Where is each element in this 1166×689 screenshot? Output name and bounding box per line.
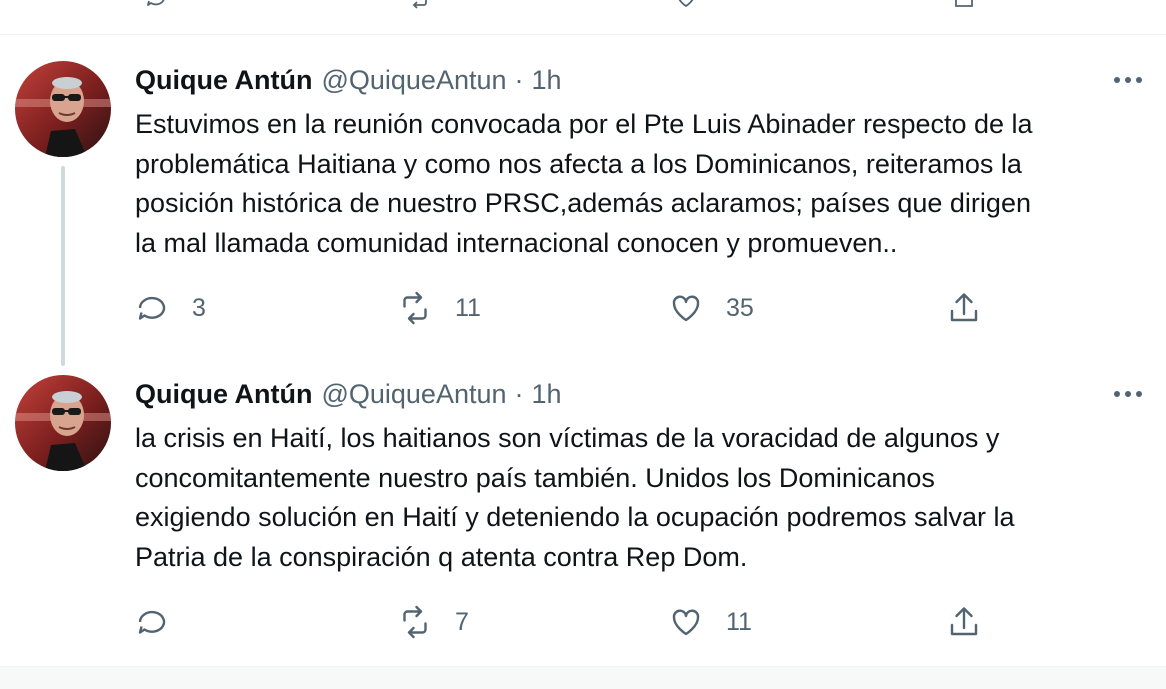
tweet-text: Estuvimos en la reunión convocada por el… bbox=[135, 105, 1145, 263]
retweet-icon bbox=[403, 291, 427, 325]
tweet-2[interactable]: Quique Antún @QuiqueAntun · 1h la crisis… bbox=[0, 360, 1166, 666]
author-handle[interactable]: @QuiqueAntun bbox=[321, 379, 506, 410]
text-line: Patria de la conspiración q atenta contr… bbox=[135, 541, 748, 572]
avatar[interactable] bbox=[15, 375, 111, 471]
retweet-button[interactable]: 7 bbox=[397, 604, 469, 640]
retweet-count: 7 bbox=[455, 607, 469, 636]
tweet-header: Quique Antún @QuiqueAntun · 1h bbox=[135, 64, 562, 96]
like-icon bbox=[672, 609, 700, 636]
reply-count: 3 bbox=[192, 293, 206, 322]
author-handle[interactable]: @QuiqueAntun bbox=[321, 65, 506, 96]
text-line: exigiendo solución en Haití y deteniendo… bbox=[135, 502, 1015, 532]
separator: · bbox=[514, 64, 524, 95]
more-icon[interactable] bbox=[1112, 75, 1144, 85]
share-button[interactable] bbox=[946, 604, 982, 640]
text-line: posición histórica de nuestro PRSC,ademá… bbox=[135, 188, 1031, 218]
share-icon bbox=[950, 293, 978, 322]
author-name[interactable]: Quique Antún bbox=[135, 65, 312, 96]
timestamp[interactable]: 1h bbox=[532, 379, 562, 410]
reply-icon bbox=[138, 296, 166, 320]
retweet-count: 11 bbox=[455, 293, 481, 322]
feed-divider bbox=[0, 666, 1166, 689]
like-count: 11 bbox=[726, 607, 752, 636]
tweet-1[interactable]: Quique Antún @QuiqueAntun · 1h Estuvimos… bbox=[0, 0, 1166, 360]
text-line: concomitantemente nuestro país también. … bbox=[135, 462, 935, 493]
retweet-icon bbox=[403, 605, 427, 639]
timestamp[interactable]: 1h bbox=[532, 65, 562, 96]
like-count: 35 bbox=[726, 293, 754, 322]
text-line: problemática Haitiana y como nos afecta … bbox=[135, 148, 1022, 179]
like-icon bbox=[672, 295, 700, 322]
reply-button[interactable]: 3 bbox=[134, 290, 206, 326]
tweet-text: la crisis en Haití, los haitianos son ví… bbox=[135, 419, 1145, 577]
reply-icon bbox=[138, 610, 166, 634]
text-line: la mal llamada comunidad internacional c… bbox=[135, 227, 898, 258]
like-button[interactable]: 35 bbox=[668, 290, 754, 326]
avatar[interactable] bbox=[15, 61, 111, 157]
like-button[interactable]: 11 bbox=[668, 604, 752, 640]
more-icon[interactable] bbox=[1112, 389, 1144, 399]
text-line: Estuvimos en la reunión convocada por el… bbox=[135, 109, 1033, 139]
text-line: la crisis en Haití, los haitianos son ví… bbox=[135, 423, 1000, 453]
tweet-header: Quique Antún @QuiqueAntun · 1h bbox=[135, 378, 562, 410]
author-name[interactable]: Quique Antún bbox=[135, 379, 312, 410]
retweet-button[interactable]: 11 bbox=[397, 290, 481, 326]
separator: · bbox=[514, 378, 524, 409]
share-icon bbox=[950, 607, 978, 636]
share-button[interactable] bbox=[946, 290, 982, 326]
reply-button[interactable] bbox=[134, 604, 192, 640]
